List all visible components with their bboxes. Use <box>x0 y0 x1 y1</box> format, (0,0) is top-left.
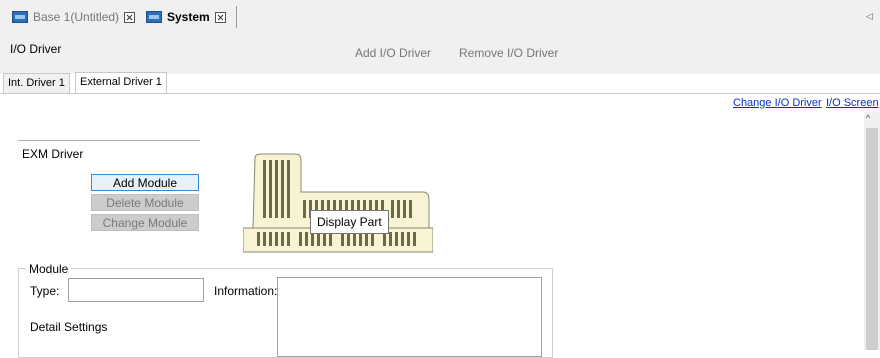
chevron-left-icon[interactable]: ◁ <box>866 11 873 22</box>
type-label: Type: <box>30 284 60 298</box>
information-field[interactable] <box>277 277 542 357</box>
detail-settings-label: Detail Settings <box>30 320 108 334</box>
tab-int-driver-1[interactable]: Int. Driver 1 <box>3 73 70 93</box>
exm-driver-title: EXM Driver <box>22 147 84 161</box>
doc-tab-base1[interactable]: Base 1(Untitled) <box>12 8 136 26</box>
screen-icon <box>12 11 28 23</box>
remove-io-driver-button[interactable]: Remove I/O Driver <box>459 46 558 60</box>
doc-tab-system-label: System <box>167 10 210 24</box>
display-part-tooltip: Display Part <box>310 210 389 234</box>
page-title: I/O Driver <box>10 42 62 56</box>
scrollbar-thumb[interactable] <box>866 128 878 350</box>
type-field[interactable] <box>68 278 204 302</box>
io-screen-link[interactable]: I/O Screen <box>826 97 879 109</box>
close-icon[interactable] <box>124 11 136 23</box>
exm-divider <box>18 140 200 141</box>
module-group-legend: Module <box>26 262 72 276</box>
chevron-up-icon[interactable]: ^ <box>866 113 870 123</box>
information-label: Information: <box>214 284 278 298</box>
doc-tab-system[interactable]: System <box>146 8 226 26</box>
delete-module-button[interactable]: Delete Module <box>91 194 199 211</box>
tab-separator <box>236 6 237 28</box>
tab-external-driver-1[interactable]: External Driver 1 <box>75 72 167 94</box>
exm-module-icon[interactable] <box>243 152 433 254</box>
system-icon <box>146 11 162 23</box>
change-io-driver-link[interactable]: Change I/O Driver <box>733 97 822 109</box>
change-module-button[interactable]: Change Module <box>91 214 199 231</box>
doc-tab-base1-label: Base 1(Untitled) <box>33 10 120 24</box>
close-icon[interactable] <box>214 11 226 23</box>
io-driver-header <box>0 34 880 74</box>
tab-divider <box>0 93 880 94</box>
add-module-button[interactable]: Add Module <box>91 174 199 191</box>
add-io-driver-button[interactable]: Add I/O Driver <box>355 46 431 60</box>
